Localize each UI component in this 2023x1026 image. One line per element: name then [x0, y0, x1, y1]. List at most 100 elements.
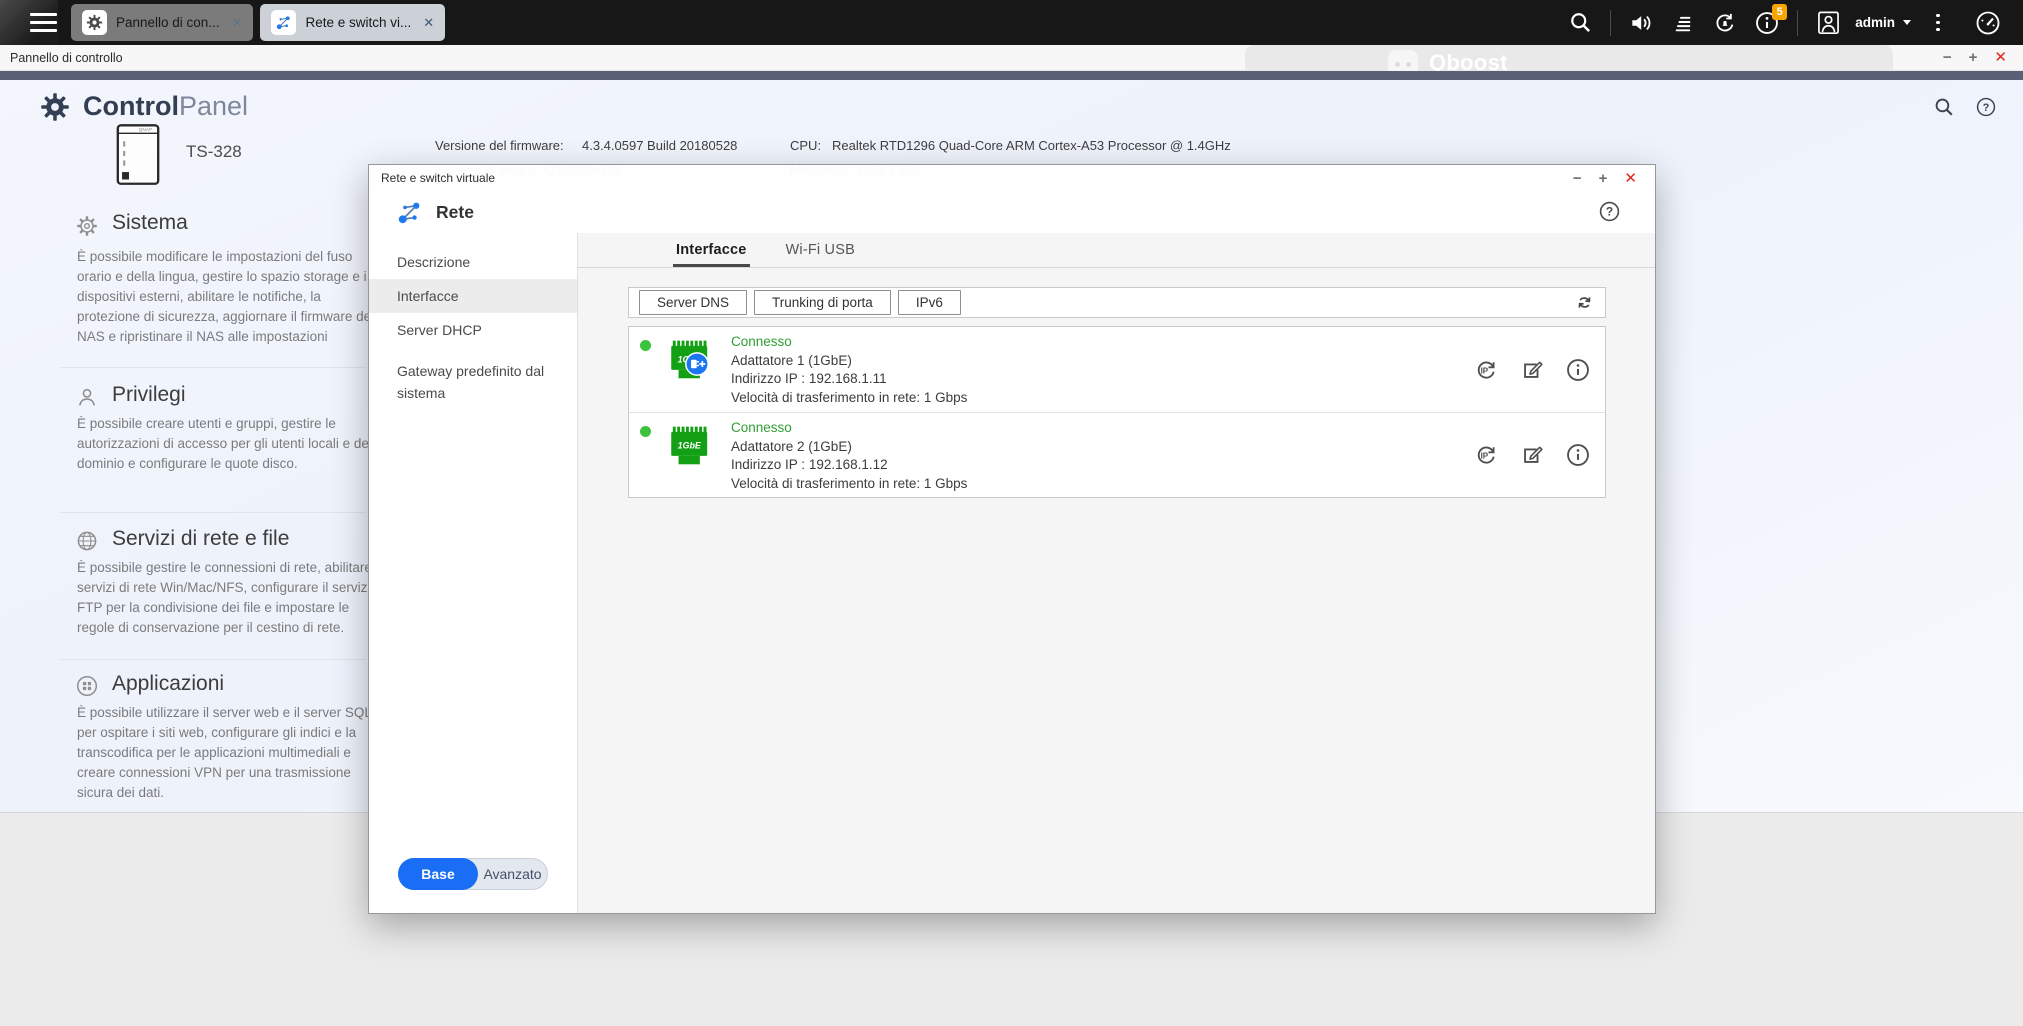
taskbar-tab-control-panel[interactable]: Pannello di con... ✕ [71, 4, 253, 41]
cpu-value: Realtek RTD1296 Quad-Core ARM Cortex-A53… [832, 138, 1231, 153]
taskbar-tray: 5 admin [1559, 0, 2023, 45]
help-icon[interactable]: ? [1975, 96, 1997, 118]
adapter-name: Adattatore 1 (1GbE) [731, 352, 967, 371]
network-dialog: Rete e switch virtuale − + ✕ Rete ? Desc… [368, 164, 1656, 914]
server-dns-button[interactable]: Server DNS [639, 290, 747, 315]
dialog-sidebar: Descrizione Interfacce Server DHCP Gatew… [369, 233, 578, 913]
edit-icon[interactable] [1519, 357, 1545, 383]
adapter-info: Connesso Adattatore 1 (1GbE) Indirizzo I… [731, 333, 967, 412]
main-menu-button[interactable] [30, 13, 57, 32]
adapter-row: 1GbE Connesso Adattatore 1 (1GbE) Indiri… [629, 327, 1605, 412]
control-panel-top-bar [0, 71, 2023, 80]
status-dot [640, 426, 651, 437]
firmware-value: 4.3.4.0597 Build 20180528 [582, 138, 737, 153]
section-title-applicazioni[interactable]: Applicazioni [112, 669, 224, 699]
ethernet-adapter-icon: 1GbE [666, 423, 712, 469]
tab-label: Rete e switch vi... [305, 15, 411, 30]
volume-icon[interactable] [1620, 0, 1662, 45]
notification-count-badge: 5 [1772, 4, 1787, 20]
svg-text:1GbE: 1GbE [678, 441, 702, 451]
connect-badge-icon [685, 352, 709, 376]
section-desc: È possibile modificare le impostazioni d… [77, 247, 379, 349]
status-dot [640, 340, 651, 351]
cpu-label: CPU: [790, 138, 821, 153]
dialog-window-controls: − + ✕ [1573, 171, 1643, 186]
refresh-icon[interactable] [1574, 292, 1595, 313]
svg-text:IP: IP [1481, 452, 1489, 461]
minimize-button[interactable]: − [1573, 171, 1582, 186]
window-title: Pannello di controllo [10, 51, 123, 65]
qboost-title: Qboost [1429, 50, 1508, 71]
svg-text:IP: IP [1481, 366, 1489, 375]
info-icon[interactable] [1565, 357, 1591, 383]
gear-icon [40, 92, 70, 122]
nas-model-label: TS-328 [186, 142, 242, 162]
sidebar-item-descrizione[interactable]: Descrizione [369, 245, 577, 279]
user-menu[interactable]: admin [1855, 15, 1911, 30]
more-options-icon[interactable] [1917, 0, 1959, 45]
tab-interfacce[interactable]: Interfacce [673, 242, 750, 267]
notification-icon[interactable]: 5 [1746, 0, 1788, 45]
section-title-sistema[interactable]: Sistema [112, 208, 188, 238]
tab-wifi-usb[interactable]: Wi-Fi USB [783, 242, 858, 267]
search-icon[interactable] [1933, 96, 1955, 118]
adapter-actions: IP [1473, 327, 1591, 412]
close-icon[interactable]: ✕ [423, 15, 434, 31]
adapter-name: Adattatore 2 (1GbE) [731, 438, 967, 457]
svg-text:QNAP: QNAP [139, 127, 153, 133]
screen: Pannello di con... ✕ Rete e switch vi...… [0, 0, 2023, 1026]
edit-icon[interactable] [1519, 442, 1545, 468]
section-title-servizi[interactable]: Servizi di rete e file [112, 524, 289, 554]
port-trunking-button[interactable]: Trunking di porta [754, 290, 891, 315]
minimize-button[interactable]: − [1943, 50, 1952, 65]
mode-toggle[interactable]: Base Avanzato [398, 858, 548, 890]
adapter-status: Connesso [731, 333, 967, 352]
close-button[interactable]: ✕ [1624, 171, 1637, 186]
gear-icon [82, 10, 107, 35]
adapter-info: Connesso Adattatore 2 (1GbE) Indirizzo I… [731, 419, 967, 497]
window-controls: − + ✕ [1943, 50, 2013, 65]
sidebar-item-interfacce[interactable]: Interfacce [369, 279, 577, 313]
toggle-base-button[interactable]: Base [398, 858, 478, 890]
taskbar: Pannello di con... ✕ Rete e switch vi...… [0, 0, 2023, 45]
chevron-down-icon [1903, 20, 1911, 25]
close-icon[interactable]: ✕ [232, 15, 243, 31]
qboost-window-peek[interactable]: Qboost [1245, 45, 1893, 71]
sync-icon[interactable] [1704, 0, 1746, 45]
search-icon[interactable] [1559, 0, 1601, 45]
renew-ip-icon[interactable]: IP [1473, 442, 1499, 468]
adapter-list: 1GbE Connesso Adattatore 1 (1GbE) Indiri… [628, 326, 1606, 498]
help-icon[interactable]: ? [1598, 200, 1621, 223]
qboost-logo-icon [1388, 50, 1418, 71]
nas-tower-image: QNAP [110, 120, 166, 188]
taskbar-tab-network-switch[interactable]: Rete e switch vi... ✕ [260, 4, 445, 41]
apps-grid-icon [75, 674, 99, 698]
renew-ip-icon[interactable]: IP [1473, 357, 1499, 383]
section-desc: È possibile creare utenti e gruppi, gest… [77, 414, 379, 476]
dialog-body: Descrizione Interfacce Server DHCP Gatew… [369, 233, 1655, 913]
adapter-speed: Velocità di trasferimento in rete: 1 Gbp… [731, 389, 967, 408]
adapter-actions: IP [1473, 413, 1591, 497]
ipv6-button[interactable]: IPv6 [898, 290, 961, 315]
ethernet-adapter-icon: 1GbE [666, 337, 712, 383]
section-divider [60, 512, 366, 513]
user-icon [75, 385, 99, 409]
background-tasks-icon[interactable] [1662, 0, 1704, 45]
section-title-privilegi[interactable]: Privilegi [112, 380, 186, 410]
close-button[interactable]: ✕ [1994, 50, 2007, 65]
header-tools: ? [1933, 96, 1997, 118]
sidebar-item-gateway[interactable]: Gateway predefinito dal sistema [369, 355, 577, 409]
section-divider [60, 367, 366, 368]
resource-monitor-icon[interactable] [1967, 0, 2009, 45]
section-desc: È possibile gestire le connessioni di re… [77, 558, 379, 640]
dialog-content: Interfacce Wi-Fi USB Server DNS Trunking… [578, 233, 1655, 913]
maximize-button[interactable]: + [1599, 171, 1608, 186]
svg-text:?: ? [1606, 205, 1613, 219]
user-avatar-icon[interactable] [1807, 0, 1849, 45]
info-icon[interactable] [1565, 442, 1591, 468]
toggle-advanced-button[interactable]: Avanzato [478, 859, 547, 889]
dialog-window-title: Rete e switch virtuale [381, 171, 495, 185]
maximize-button[interactable]: + [1969, 50, 1978, 65]
adapter-ip: Indirizzo IP : 192.168.1.11 [731, 370, 967, 389]
sidebar-item-server-dhcp[interactable]: Server DHCP [369, 313, 577, 347]
